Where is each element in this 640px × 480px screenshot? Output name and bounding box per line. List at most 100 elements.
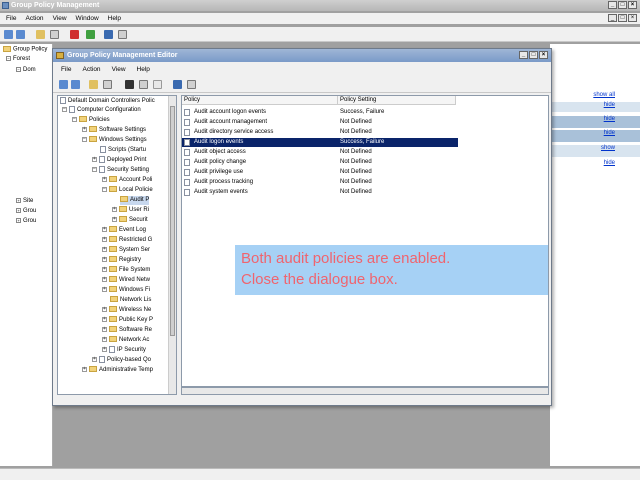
expand-icon[interactable]: + [92,157,97,162]
refresh-icon[interactable] [153,80,162,89]
policy-row[interactable]: Audit account logon events Success, Failu… [182,108,458,117]
show-all-link[interactable]: show all [593,92,615,98]
tree-item-user-rights[interactable]: + User Ri [112,206,149,215]
tree-item-policy-qos[interactable]: + Policy-based Qo [92,356,151,365]
properties-icon[interactable] [139,80,148,89]
hide-link[interactable]: hide [604,102,615,108]
help-icon[interactable] [173,80,182,89]
tree-item-software-settings[interactable]: + Software Settings [82,126,146,135]
mdi-minimize-button[interactable]: _ [608,14,617,22]
policy-row[interactable]: Audit policy change Not Defined [182,158,458,167]
help-icon[interactable] [104,30,113,39]
mdi-close-button[interactable]: × [628,14,637,22]
mdi-restore-button[interactable]: □ [618,14,627,22]
editor-menu-view[interactable]: View [112,64,126,75]
outer-tree-sites[interactable]: + Site [16,198,33,204]
tree-item-account-policies[interactable]: + Account Poli [102,176,152,185]
tree-item-scripts[interactable]: Scripts (Startu [100,146,146,155]
hide-link[interactable]: hide [604,160,615,166]
expand-icon[interactable]: + [92,357,97,362]
expand-icon[interactable]: + [102,246,107,252]
show-link[interactable]: show [601,145,615,151]
expand-icon[interactable]: + [102,256,107,262]
collapse-icon[interactable]: − [6,56,11,61]
outer-tree-group-1[interactable]: + Grou [16,208,36,214]
tree-item-windows-firewall[interactable]: + Windows Fi [102,286,150,295]
expand-icon[interactable]: + [102,347,107,352]
tree-item-network-access[interactable]: + Network Ac [102,336,149,345]
tree-item-ip-security[interactable]: + IP Security [102,346,146,355]
expand-icon[interactable]: + [102,276,107,282]
tree-item-wired-network[interactable]: + Wired Netw [102,276,150,285]
collapse-icon[interactable]: − [16,67,21,72]
list-horizontal-scrollbar[interactable] [181,387,549,395]
expand-icon[interactable]: + [102,176,107,182]
expand-icon[interactable]: + [102,286,107,292]
tree-item-policies[interactable]: − Policies [72,116,110,125]
expand-icon[interactable]: + [102,326,107,332]
collapse-icon[interactable]: − [72,116,77,122]
tree-item-registry[interactable]: + Registry [102,256,141,265]
outer-tree-forest[interactable]: − Forest [6,56,30,62]
column-header-policy-setting[interactable]: Policy Setting [338,96,456,105]
editor-close-button[interactable]: × [539,51,548,59]
tree-item-event-log[interactable]: + Event Log [102,226,146,235]
expand-icon[interactable]: + [112,216,117,222]
policy-row[interactable]: Audit account management Not Defined [182,118,458,127]
outer-maximize-button[interactable]: □ [618,1,627,9]
editor-menu-file[interactable]: File [61,64,71,75]
tree-item-software-restriction[interactable]: + Software Re [102,326,152,335]
editor-maximize-button[interactable]: □ [529,51,538,59]
collapse-icon[interactable]: − [92,167,97,172]
tree-item-gpo-root[interactable]: Default Domain Controllers Polic [60,97,155,106]
tree-scroll-thumb[interactable] [170,106,175,336]
delete-icon[interactable] [70,30,79,39]
show-tree-icon[interactable] [103,80,112,89]
expand-icon[interactable]: + [16,208,21,213]
expand-icon[interactable]: + [82,366,87,372]
outer-tree-domain[interactable]: − Dom [16,67,36,73]
outer-menu-window[interactable]: Window [76,13,99,24]
collapse-icon[interactable]: − [82,136,87,142]
policy-row[interactable]: Audit object access Not Defined [182,148,458,157]
back-icon[interactable] [59,80,68,89]
tree-vertical-scrollbar[interactable] [168,96,176,394]
outer-menu-view[interactable]: View [53,13,67,24]
outer-tree-group-2[interactable]: + Grou [16,218,36,224]
column-header-policy[interactable]: Policy [182,96,338,105]
tree-item-deployed-printers[interactable]: + Deployed Print [92,156,146,165]
policy-row-selected[interactable]: Audit logon events Success, Failure [182,138,458,147]
outer-menu-help[interactable]: Help [108,13,121,24]
tree-item-public-key[interactable]: + Public Key P [102,316,153,325]
show-tree-icon[interactable] [50,30,59,39]
hide-link[interactable]: hide [604,116,615,122]
collapse-icon[interactable]: − [62,107,67,112]
refresh-icon[interactable] [86,30,95,39]
editor-minimize-button[interactable]: _ [519,51,528,59]
policy-row[interactable]: Audit privilege use Not Defined [182,168,458,177]
outer-close-button[interactable]: × [628,1,637,9]
expand-icon[interactable]: + [112,206,117,212]
tree-item-windows-settings[interactable]: − Windows Settings [82,136,147,145]
tree-item-file-system[interactable]: + File System [102,266,150,275]
up-folder-icon[interactable] [36,30,45,39]
forward-icon[interactable] [71,80,80,89]
back-icon[interactable] [4,30,13,39]
tree-item-security-settings[interactable]: − Security Setting [92,166,149,175]
expand-icon[interactable]: + [102,236,107,242]
editor-menu-action[interactable]: Action [82,64,100,75]
policy-row[interactable]: Audit directory service access Not Define… [182,128,458,137]
expand-icon[interactable]: + [102,316,107,322]
properties-icon[interactable] [118,30,127,39]
outer-minimize-button[interactable]: _ [608,1,617,9]
expand-icon[interactable]: + [102,226,107,232]
expand-icon[interactable]: + [102,336,107,342]
tree-item-network-list[interactable]: Network Lis [110,296,151,305]
delete-icon[interactable] [125,80,134,89]
expand-icon[interactable]: + [102,266,107,272]
tree-item-restricted-groups[interactable]: + Restricted G [102,236,152,245]
export-list-icon[interactable] [187,80,196,89]
expand-icon[interactable]: + [82,126,87,132]
forward-icon[interactable] [16,30,25,39]
collapse-icon[interactable]: − [102,186,107,192]
